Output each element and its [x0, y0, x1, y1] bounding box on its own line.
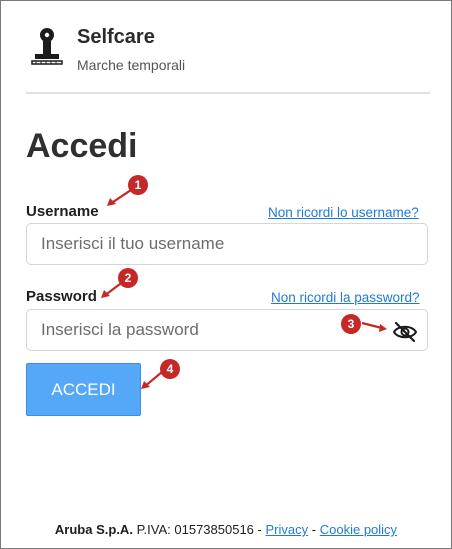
- timestamp-stamp-icon: [31, 28, 63, 65]
- username-label: Username: [26, 203, 99, 220]
- eye-off-icon[interactable]: [392, 320, 418, 344]
- username-input[interactable]: [26, 223, 428, 265]
- annotation-arrow-1: [107, 187, 135, 206]
- footer-separator: -: [311, 522, 317, 537]
- page-title: Accedi: [26, 127, 138, 165]
- footer-vat: P.IVA: 01573850516: [136, 522, 254, 537]
- footer-separator: -: [257, 522, 262, 537]
- app-title: Selfcare: [77, 26, 155, 48]
- password-label: Password: [26, 288, 97, 305]
- forgot-username-link[interactable]: Non ricordi lo username?: [268, 205, 419, 220]
- login-button[interactable]: ACCEDI: [26, 363, 141, 416]
- annotation-badge-3: 3: [341, 314, 361, 334]
- footer: Aruba S.p.A. P.IVA: 01573850516 - Privac…: [0, 522, 452, 537]
- header-divider: [26, 92, 430, 94]
- footer-company: Aruba S.p.A.: [54, 522, 133, 537]
- annotation-arrow-4: [141, 371, 163, 389]
- privacy-link[interactable]: Privacy: [266, 522, 309, 537]
- annotation-arrow-2: [101, 280, 125, 298]
- app-header: Selfcare Marche temporali: [26, 24, 430, 94]
- annotation-arrow-3: [361, 321, 387, 332]
- forgot-password-link[interactable]: Non ricordi la password?: [271, 290, 420, 305]
- app-subtitle: Marche temporali: [77, 57, 186, 73]
- cookie-policy-link[interactable]: Cookie policy: [320, 522, 397, 537]
